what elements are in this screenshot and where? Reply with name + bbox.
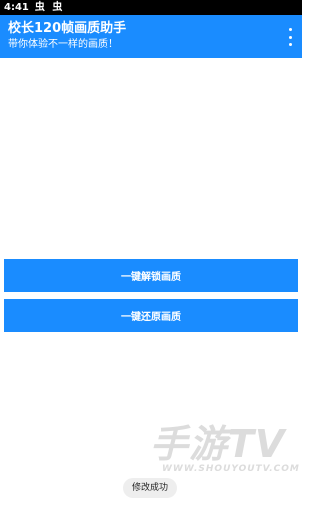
restore-quality-button[interactable]: 一键还原画质 xyxy=(4,299,298,332)
toast-message: 修改成功 xyxy=(123,478,178,498)
app-title: 校长120帧画质助手 xyxy=(8,21,127,36)
watermark: 手游TV WWW.SHOUYOUTV.COM xyxy=(150,424,300,475)
more-options-icon[interactable] xyxy=(284,28,296,46)
app-bar: 校长120帧画质助手 带你体验不一样的画质！ xyxy=(0,15,302,58)
unlock-quality-button[interactable]: 一键解锁画质 xyxy=(4,259,298,292)
app-subtitle: 带你体验不一样的画质！ xyxy=(8,39,118,50)
bug-notification-icon: 虫 虫 xyxy=(34,2,65,13)
watermark-brand: 手游TV xyxy=(150,422,286,466)
status-bar: 4:41 虫 虫 xyxy=(0,0,302,15)
status-time: 4:41 xyxy=(4,2,29,13)
watermark-url: WWW.SHOUYOUTV.COM xyxy=(162,464,300,474)
